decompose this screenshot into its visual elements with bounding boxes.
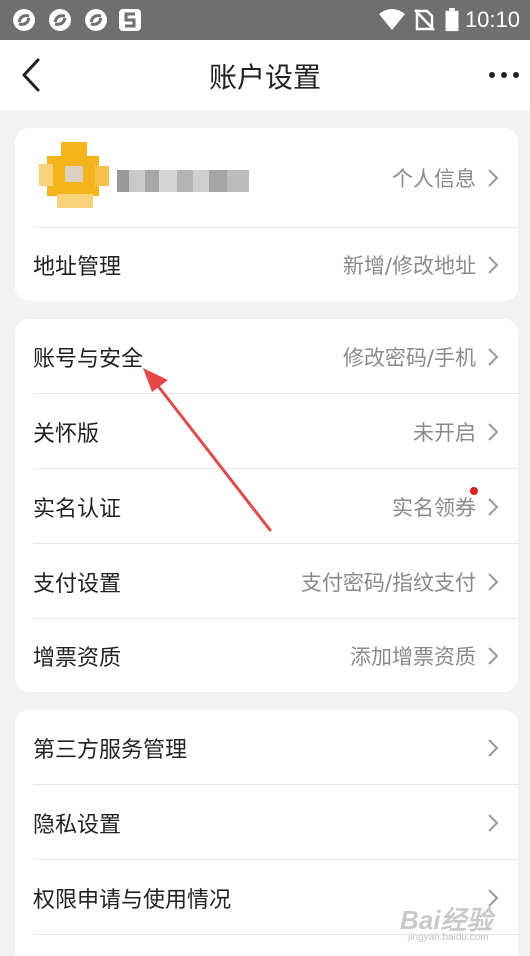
chevron-right-icon: [488, 497, 499, 516]
profile-card: 个人信息 地址管理 新增/修改地址: [15, 128, 518, 301]
nav-bar: 账户设置: [0, 40, 530, 110]
watermark-logo: Bai经验 jingyan.baidu.com: [400, 905, 493, 943]
chevron-right-icon: [488, 813, 499, 832]
address-row[interactable]: 地址管理 新增/修改地址: [15, 228, 518, 301]
notification-dot: [470, 487, 478, 495]
list-item-label: 隐私设置: [33, 812, 122, 838]
list-item-label: 关怀版: [33, 421, 100, 447]
app-icon: [49, 9, 71, 31]
no-sim-icon: [414, 9, 435, 31]
list-item-value: 修改密码/手机: [342, 345, 476, 370]
security-card: 账号与安全 修改密码/手机 关怀版 未开启 实名认证 实名领券 支付设置 支付密…: [15, 319, 518, 692]
list-item-vat-invoice[interactable]: 增票资质 添加增票资质: [15, 619, 518, 692]
list-item-label: 支付设置: [33, 571, 122, 597]
chevron-right-icon: [488, 168, 499, 187]
list-item-value: 实名领券: [392, 495, 476, 520]
list-item-label: 账号与安全: [33, 346, 144, 372]
avatar: [39, 142, 109, 208]
profile-info-link: 个人信息: [392, 166, 476, 191]
chevron-right-icon: [488, 347, 499, 366]
app-icon: [119, 9, 141, 31]
list-item-third-party[interactable]: 第三方服务管理: [15, 710, 518, 785]
page-title: 账户设置: [208, 61, 321, 94]
chevron-right-icon: [488, 572, 499, 591]
battery-icon: [445, 8, 459, 32]
app-icon: [85, 9, 107, 31]
status-bar: 10:10: [0, 0, 530, 40]
list-item-label: 增票资质: [33, 645, 122, 671]
wifi-icon: [379, 9, 405, 30]
chevron-right-icon: [488, 738, 499, 757]
list-item-real-name[interactable]: 实名认证 实名领券: [15, 469, 518, 544]
address-value: 新增/修改地址: [342, 253, 476, 278]
app-icon: [13, 9, 35, 31]
chevron-right-icon: [488, 422, 499, 441]
profile-row[interactable]: 个人信息: [15, 128, 518, 227]
list-item-value: 支付密码/指纹支付: [300, 570, 476, 595]
list-item-care-mode[interactable]: 关怀版 未开启: [15, 394, 518, 469]
list-item-privacy[interactable]: 隐私设置: [15, 785, 518, 860]
status-time: 10:10: [464, 7, 520, 32]
list-item-label: 权限申请与使用情况: [33, 887, 232, 913]
list-item-value: 未开启: [413, 420, 476, 445]
list-item-label: 实名认证: [33, 496, 122, 522]
list-item-value: 添加增票资质: [350, 644, 476, 669]
list-item-label: 第三方服务管理: [33, 737, 188, 763]
address-label: 地址管理: [33, 254, 122, 280]
list-item-payment-settings[interactable]: 支付设置 支付密码/指纹支付: [15, 544, 518, 619]
chevron-right-icon: [488, 646, 499, 665]
username-blurred: [117, 170, 249, 192]
chevron-right-icon: [488, 255, 499, 274]
more-icon[interactable]: [484, 58, 524, 92]
list-item-account-security[interactable]: 账号与安全 修改密码/手机: [15, 319, 518, 394]
